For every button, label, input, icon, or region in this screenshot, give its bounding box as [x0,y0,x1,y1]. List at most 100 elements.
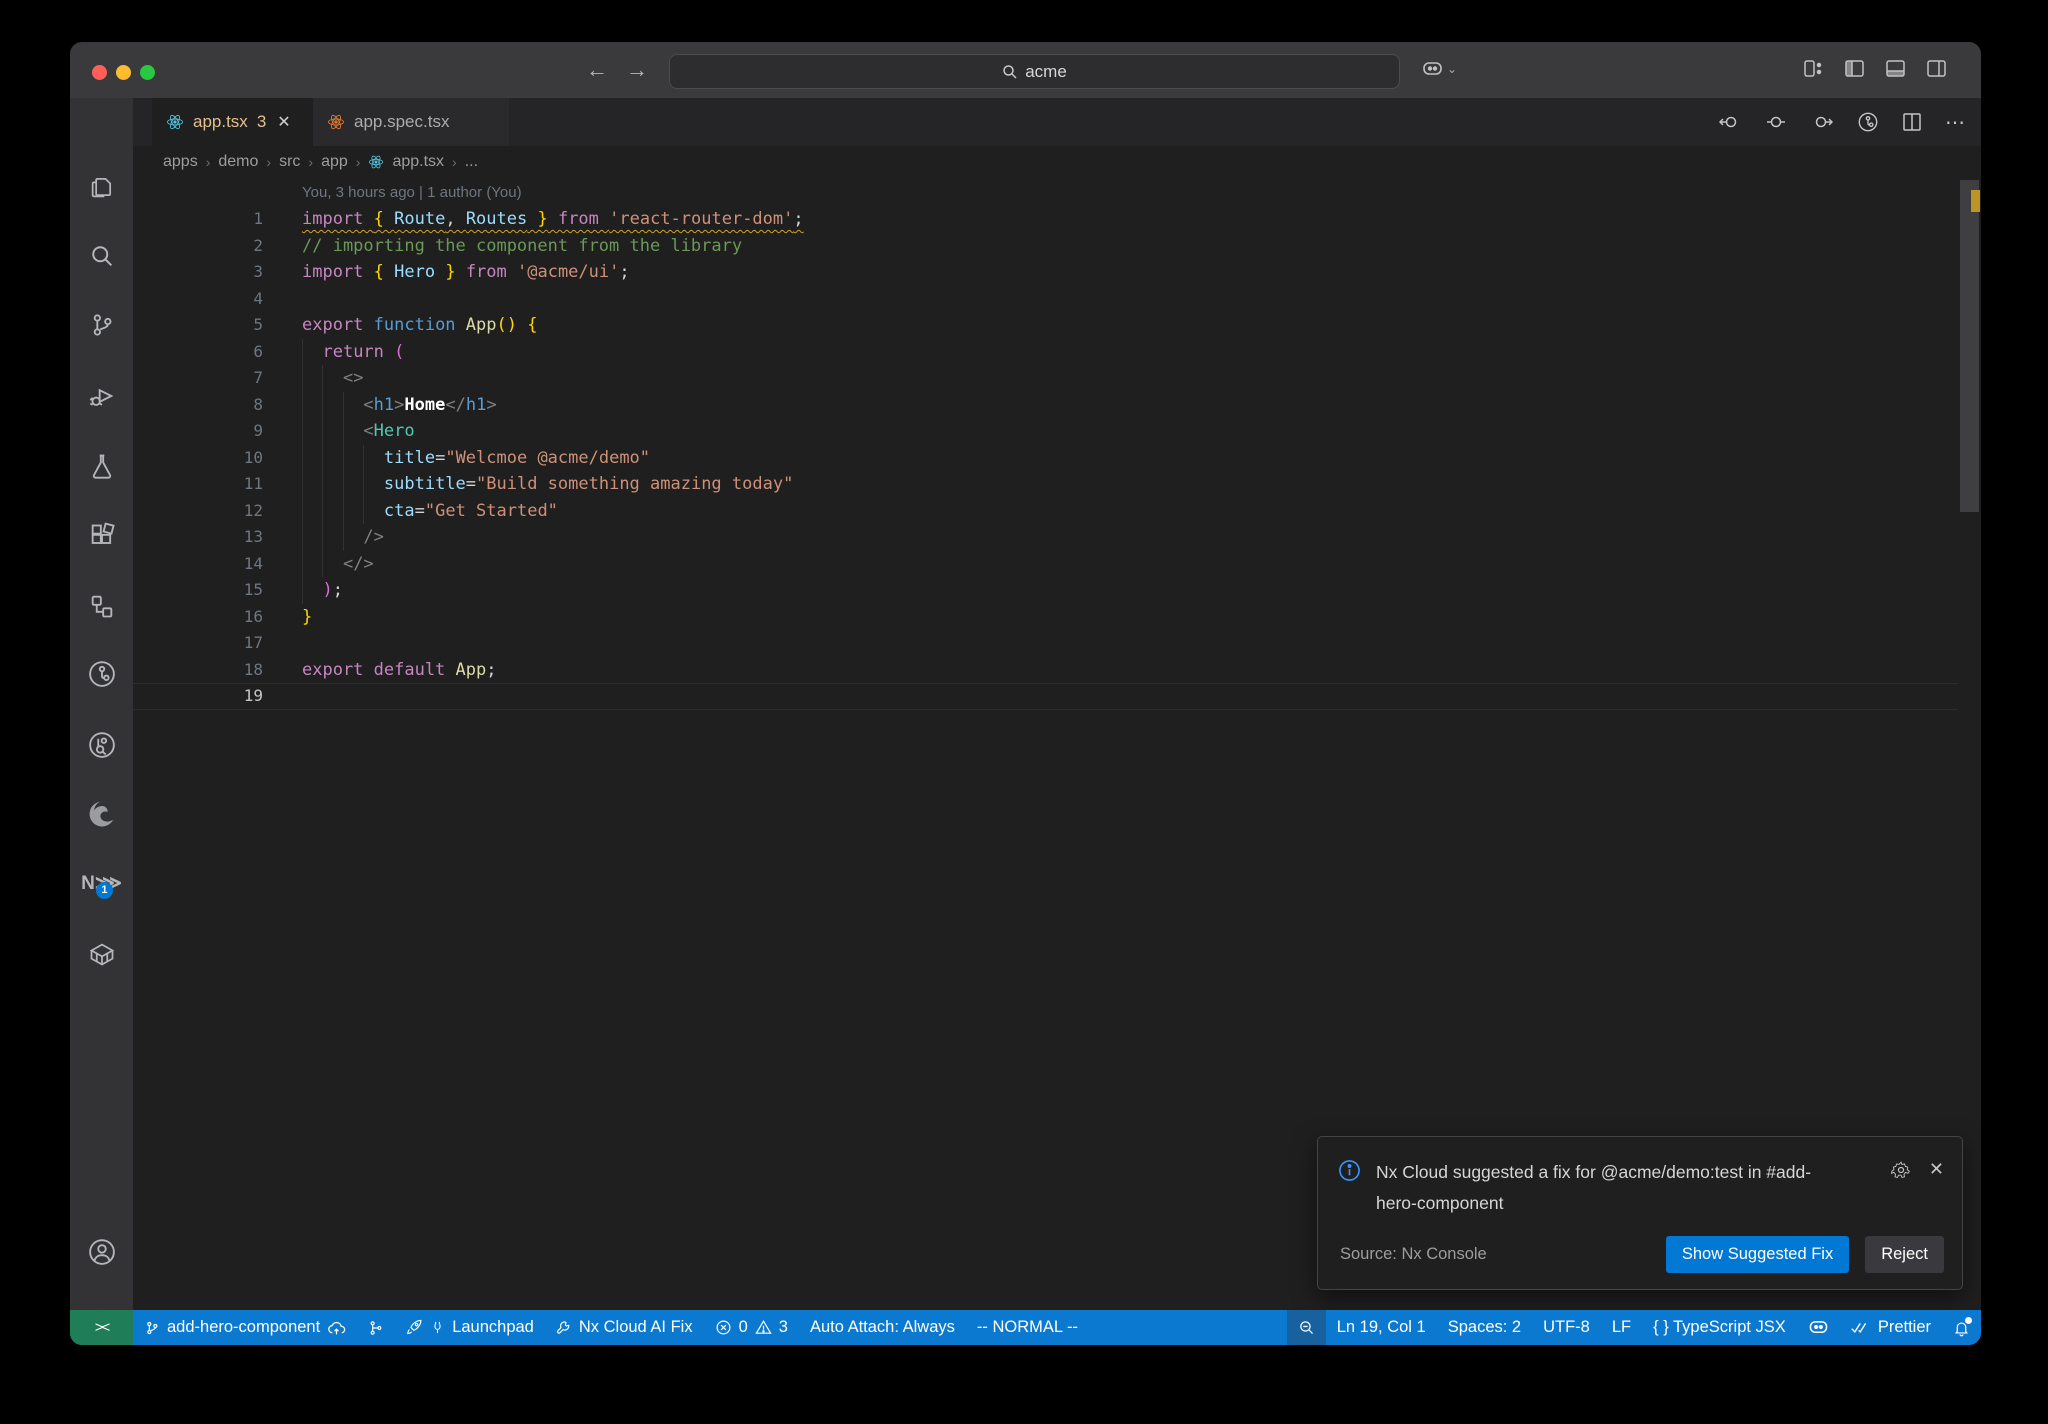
tab-app-spec-tsx[interactable]: app.spec.tsx [313,98,509,146]
run-debug-icon[interactable] [70,376,133,416]
notification-message: Nx Cloud suggested a fix for @acme/demo:… [1376,1162,1812,1213]
indent-guide [302,391,303,418]
line-number: 15 [243,580,263,599]
close-icon[interactable]: ✕ [1929,1159,1944,1180]
more-actions-icon[interactable]: ⋯ [1945,110,1967,135]
code-line[interactable]: 3 import { Hero } from '@acme/ui'; [133,259,1958,286]
problems-item[interactable]: 0 3 [704,1310,799,1345]
prettier-item[interactable]: Prettier [1840,1310,1942,1345]
zoom-out-icon [1298,1319,1315,1336]
toggle-primary-sidebar-icon[interactable] [1845,60,1864,77]
line-number: 10 [243,447,263,467]
notification-source: Source: Nx Console [1340,1245,1487,1263]
code-line[interactable]: 13 /> [133,524,1958,551]
nx-console-icon[interactable]: N⋙ 1 [70,863,133,903]
gitlens-back-icon[interactable] [1719,114,1741,130]
vscode-window: ← → acme ⌄ 1 app.tsx 3 ✕ app.spec.tsx ⋯ … [70,42,1981,1345]
extensions-icon[interactable] [70,516,133,556]
vim-mode-indicator[interactable]: -- NORMAL -- [966,1310,1089,1345]
chevron-right-icon: › [266,154,272,170]
react-test-icon [327,113,345,131]
indent-guide [302,338,303,365]
gitlens-forward-icon[interactable] [1811,114,1833,130]
nx-cloud-fix-item[interactable]: Nx Cloud AI Fix [545,1310,704,1345]
code-line[interactable]: 7 <> [133,365,1958,392]
code-line[interactable]: 1 import { Route, Routes } from 'react-ro… [133,206,1958,233]
files-icon[interactable] [70,167,133,207]
back-arrow-icon[interactable]: ← [586,56,608,84]
code-line[interactable]: 16} [133,604,1958,631]
breadcrumb-item[interactable]: src [279,153,300,171]
breadcrumb-item[interactable]: ... [465,153,478,171]
close-window-button[interactable] [92,65,107,80]
code-line[interactable]: 4 [133,286,1958,313]
notifications-item[interactable] [1942,1310,1981,1345]
screen: ← → acme ⌄ 1 app.tsx 3 ✕ app.spec.tsx ⋯ … [0,0,2048,1424]
containers-icon[interactable] [70,934,133,974]
code-line[interactable]: 17 [133,630,1958,657]
double-check-icon [1851,1321,1871,1335]
copilot-icon [1808,1319,1829,1336]
chevron-down-icon: ⌄ [1447,62,1458,76]
zoom-window-button[interactable] [140,65,155,80]
customize-layout-icon[interactable] [1804,60,1823,77]
breadcrumb-item[interactable]: demo [218,153,258,171]
breadcrumb-item[interactable]: apps [163,153,198,171]
eol-item[interactable]: LF [1601,1310,1642,1345]
tab-app-tsx[interactable]: app.tsx 3 ✕ [152,98,313,146]
show-suggested-fix-button[interactable]: Show Suggested Fix [1665,1236,1850,1273]
gitlens-current-icon[interactable] [1765,114,1787,130]
launchpad-item[interactable]: Launchpad [395,1310,545,1345]
code-line[interactable]: 8 <h1>Home</h1> [133,391,1958,418]
remote-indicator[interactable]: >< [70,1310,133,1345]
gitlens-graph-icon[interactable] [1857,111,1879,133]
code-line[interactable]: 14 </> [133,550,1958,577]
code-line[interactable]: 19 [133,683,1958,710]
copilot-status-item[interactable] [1797,1310,1840,1345]
command-center-search[interactable]: acme [669,54,1400,89]
code-line[interactable]: 9 <Hero [133,418,1958,445]
testing-icon[interactable] [70,446,133,486]
close-icon[interactable]: ✕ [277,112,290,132]
language-mode-item[interactable]: { } TypeScript JSX [1642,1310,1797,1345]
rocket-icon [406,1319,423,1336]
toggle-secondary-sidebar-icon[interactable] [1927,60,1946,77]
auto-attach-item[interactable]: Auto Attach: Always [799,1310,966,1345]
code-line[interactable]: 12 cta="Get Started" [133,497,1958,524]
code-line[interactable]: 6 return ( [133,338,1958,365]
edge-icon[interactable] [70,794,133,834]
references-icon[interactable] [70,586,133,626]
gitlens-icon[interactable] [70,654,133,694]
code-line[interactable]: 11 subtitle="Build something amazing tod… [133,471,1958,498]
line-number: 7 [253,368,263,387]
copilot-menu[interactable]: ⌄ [1422,60,1457,78]
code-line[interactable]: 5 export function App() { [133,312,1958,339]
forward-arrow-icon[interactable]: → [626,56,648,84]
git-blame-annotation[interactable]: You, 3 hours ago | 1 author (You) [302,184,522,201]
gitlens-inspect-icon[interactable] [70,725,133,765]
breadcrumb-item[interactable]: app.tsx [392,153,444,171]
scrollbar-thumb[interactable] [1960,180,1979,512]
toggle-panel-icon[interactable] [1886,60,1905,77]
search-icon[interactable] [70,236,133,276]
encoding-item[interactable]: UTF-8 [1532,1310,1601,1345]
reject-button[interactable]: Reject [1865,1236,1944,1273]
code-line[interactable]: 2// importing the component from the lib… [133,233,1958,260]
gear-icon[interactable] [1890,1159,1911,1180]
zoom-status-item[interactable] [1286,1310,1326,1345]
indent-guide [363,444,365,471]
code-line[interactable]: 18 export default App; [133,657,1958,684]
breadcrumb-item[interactable]: app [321,153,348,171]
source-control-icon[interactable] [70,305,133,345]
minimize-window-button[interactable] [116,65,131,80]
code-line[interactable]: 15 ); [133,577,1958,604]
account-icon[interactable] [70,1232,133,1272]
cursor-position-item[interactable]: Ln 19, Col 1 [1326,1310,1437,1345]
code-line[interactable]: 10 title="Welcmoe @acme/demo" [133,444,1958,471]
line-number: 11 [243,474,263,493]
split-editor-icon[interactable] [1903,113,1921,131]
git-branch-icon [144,1319,160,1337]
indentation-item[interactable]: Spaces: 2 [1437,1310,1532,1345]
branch-status-item[interactable]: add-hero-component [133,1310,357,1345]
git-graph-item[interactable] [357,1310,395,1345]
